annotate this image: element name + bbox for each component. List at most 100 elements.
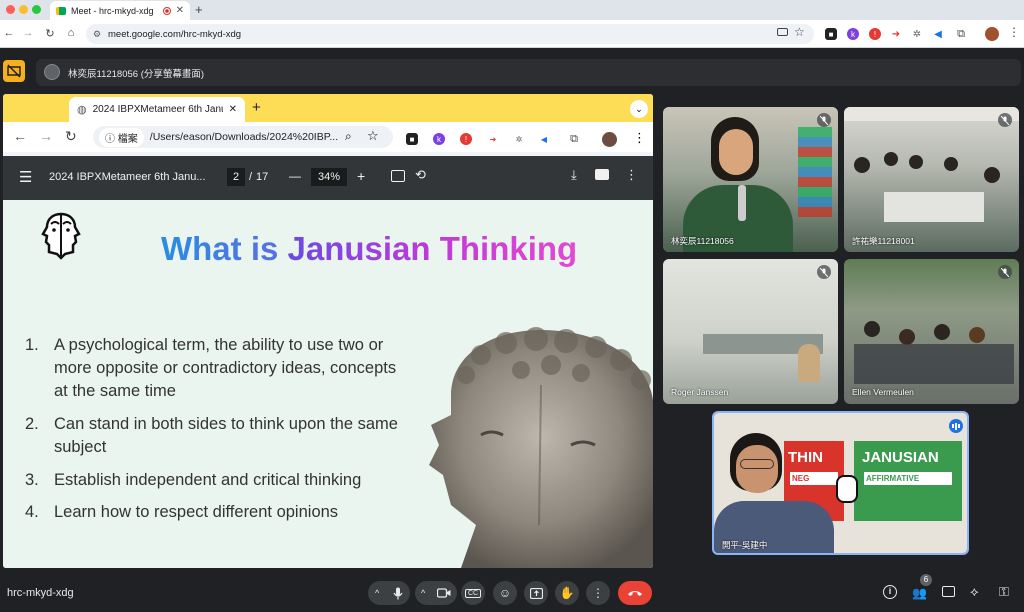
participant-tile[interactable]: Ellen Vermeulen	[844, 259, 1019, 404]
back-button[interactable]: ←	[2, 27, 16, 39]
tab-search-icon[interactable]: ⌄	[630, 100, 648, 118]
person-head	[884, 152, 898, 166]
captions-button[interactable]: CC	[461, 581, 485, 605]
microphone-control[interactable]: ^	[368, 581, 410, 605]
camera-icon[interactable]	[437, 588, 451, 598]
bookmark-star-icon[interactable]: ☆	[367, 128, 379, 144]
print-icon[interactable]	[595, 169, 609, 180]
banner-right-text: JANUSIAN	[862, 449, 939, 466]
extension-icon-gear[interactable]: ✲	[911, 28, 923, 40]
extensions-puzzle-icon[interactable]: ⧉	[568, 133, 580, 145]
banner-right: JANUSIAN AFFIRMATIVE	[854, 441, 962, 521]
profile-avatar[interactable]	[602, 132, 617, 147]
extension-icon-k[interactable]: k	[433, 133, 445, 145]
person-face	[719, 129, 753, 175]
zoom-icon[interactable]: ⌕	[345, 129, 352, 144]
stop-presenting-icon[interactable]	[3, 60, 25, 82]
new-tab-button[interactable]: +	[195, 2, 203, 17]
microphone-icon[interactable]	[393, 587, 403, 600]
profile-avatar[interactable]	[985, 27, 999, 41]
participant-tile[interactable]: 林奕辰11218056	[663, 107, 838, 252]
bookmark-star-icon[interactable]: ☆	[794, 25, 805, 39]
slide-title-part2: Janusian Thinking	[287, 230, 578, 267]
download-icon[interactable]: ⤓	[571, 167, 577, 183]
activities-icon[interactable]: ⟡	[970, 584, 979, 600]
extension-icon-1[interactable]: ■	[825, 28, 837, 40]
slide-point: 3. Establish independent and critical th…	[25, 471, 362, 489]
chat-icon[interactable]	[942, 586, 955, 597]
meeting-code: hrc-mkyd-xdg	[7, 587, 74, 599]
reload-button[interactable]: ↻	[43, 27, 57, 40]
slide-point: 4. Learn how to respect different opinio…	[25, 503, 339, 521]
participant-name: Ellen Vermeulen	[852, 387, 914, 397]
camera-in-use-icon[interactable]	[777, 28, 788, 36]
extension-icon-red[interactable]: !	[869, 28, 881, 40]
meeting-details-icon[interactable]: i	[883, 585, 897, 599]
raise-hand-button[interactable]: ✋	[555, 581, 579, 605]
host-controls-icon[interactable]: ⚿	[999, 584, 1009, 600]
back-button[interactable]: ←	[13, 128, 27, 144]
camera-control[interactable]: ^	[415, 581, 457, 605]
slide-title-part1: What is	[161, 230, 279, 267]
zoom-input[interactable]: 34%	[311, 168, 347, 186]
minimize-window-button[interactable]	[19, 5, 28, 14]
mic-options-chevron-icon[interactable]: ^	[375, 588, 379, 598]
zoom-out-button[interactable]: —	[289, 169, 301, 183]
person-head	[984, 167, 1000, 183]
extension-icon-1[interactable]: ■	[406, 133, 418, 145]
reload-button[interactable]: ↻	[65, 128, 77, 145]
extension-icon-megaphone[interactable]: ◀	[932, 28, 944, 40]
browser-tab-meet[interactable]: Meet - hrc-mkyd-xdg ✕	[50, 1, 190, 20]
slide-point: 2. Can stand in both sides to think upon…	[25, 415, 398, 456]
forward-button[interactable]: →	[39, 128, 53, 144]
site-settings-icon[interactable]: ⚙	[93, 29, 101, 40]
forward-button[interactable]: →	[21, 27, 35, 39]
reactions-button[interactable]: ☺	[493, 581, 517, 605]
leave-call-button[interactable]	[618, 581, 652, 605]
participant-tile[interactable]: 許祐樂11218001	[844, 107, 1019, 252]
tab-title: Meet - hrc-mkyd-xdg	[71, 5, 154, 16]
url-text: meet.google.com/hrc-mkyd-xdg	[108, 28, 242, 40]
janus-statue-image	[429, 327, 653, 568]
more-options-button[interactable]: ⋮	[586, 581, 610, 605]
home-icon[interactable]: ⌂	[64, 27, 78, 39]
extension-icon-megaphone[interactable]: ◀	[538, 133, 550, 145]
sidebar-menu-icon[interactable]: ☰	[19, 168, 32, 186]
janus-logo-icon	[41, 212, 81, 260]
extension-icon-arrow[interactable]: ➜	[890, 28, 902, 40]
extension-icon-arrow[interactable]: ➜	[487, 133, 499, 145]
shared-browser-tab[interactable]: ◍ 2024 IBPXMetameer 6th Janu ✕	[69, 97, 245, 122]
zoom-in-button[interactable]: +	[357, 168, 365, 184]
globe-icon: ◍	[77, 104, 87, 116]
mic-muted-icon	[998, 265, 1012, 279]
shared-tab-title: 2024 IBPXMetameer 6th Janu	[92, 104, 223, 115]
extension-icon-k[interactable]: k	[847, 28, 859, 40]
participant-count-badge: 6	[920, 574, 932, 586]
extension-icon-gear[interactable]: ✲	[513, 133, 525, 145]
new-tab-button[interactable]: +	[252, 99, 261, 116]
hand-icon: ✋	[559, 586, 575, 600]
address-bar[interactable]: ⚙ meet.google.com/hrc-mkyd-xdg	[86, 24, 814, 44]
extension-icon-red[interactable]: !	[460, 133, 472, 145]
file-path: /Users/eason/Downloads/2024%20IBP...	[149, 131, 339, 143]
present-now-button[interactable]	[524, 581, 548, 605]
emoji-icon: ☺	[498, 586, 512, 600]
participant-tile[interactable]: Roger Janssen	[663, 259, 838, 404]
mic-muted-icon	[998, 113, 1012, 127]
participant-tile-active-speaker[interactable]: THIN NEG JANUSIAN AFFIRMATIVE 開平-吳建中	[712, 411, 969, 555]
close-tab-icon[interactable]: ✕	[229, 104, 237, 115]
pdf-more-icon[interactable]: ⋮	[625, 167, 638, 183]
browser-menu-icon[interactable]: ⋮	[1008, 25, 1020, 39]
fit-page-icon[interactable]	[391, 170, 405, 182]
maximize-window-button[interactable]	[32, 5, 41, 14]
close-window-button[interactable]	[6, 5, 15, 14]
people-icon[interactable]: 👥	[912, 586, 927, 600]
close-tab-icon[interactable]: ✕	[176, 5, 184, 16]
extensions-puzzle-icon[interactable]: ⧉	[955, 28, 967, 40]
more-options-icon: ⋮	[592, 586, 604, 600]
banner-right-sub: AFFIRMATIVE	[864, 472, 952, 485]
rotate-icon[interactable]: ⟲	[415, 167, 426, 183]
browser-menu-icon[interactable]: ⋮	[633, 130, 646, 146]
camera-options-chevron-icon[interactable]: ^	[421, 588, 425, 598]
page-number-input[interactable]: 2	[227, 168, 245, 186]
